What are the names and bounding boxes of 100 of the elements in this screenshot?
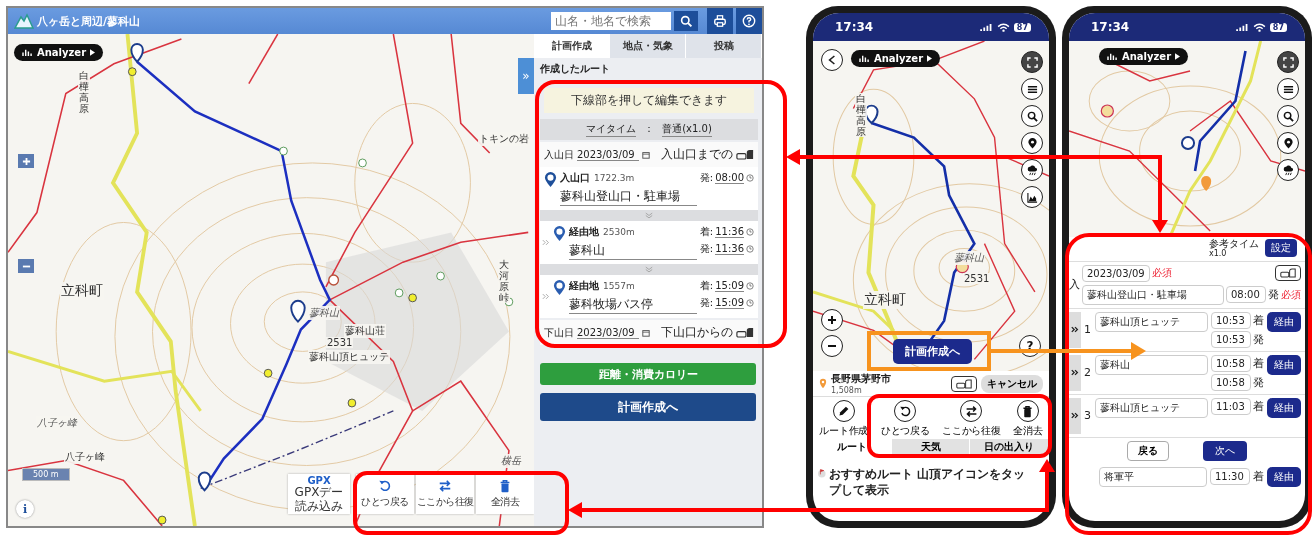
car-bus-icon[interactable] [736, 149, 754, 160]
time-field[interactable]: 15:09 [715, 280, 744, 292]
date-field[interactable]: 2023/03/09 [1082, 264, 1150, 282]
transport-button[interactable] [1275, 265, 1301, 282]
plus-icon [827, 315, 837, 325]
time-field[interactable]: 15:09 [715, 297, 744, 309]
signal-icon [979, 22, 993, 32]
map-tool-button[interactable]: ここから往復 [416, 474, 474, 514]
point-name-field[interactable]: 蓼科牧場バス停 [569, 296, 697, 314]
car-bus-icon[interactable] [736, 327, 754, 338]
gpx-import-button[interactable]: GPX GPXデー 読み込み [288, 474, 350, 514]
place-name-field[interactable]: 蓼科山登山口・駐車場 [1082, 284, 1224, 305]
elevation-text: 1722.3m [594, 173, 635, 183]
map-label: 八子ヶ峰 [64, 450, 106, 464]
settings-button[interactable]: 設定 [1265, 239, 1297, 258]
map-tool-button[interactable]: ひとつ戻る [356, 474, 414, 514]
map-tool-button[interactable]: 全消去 [476, 474, 534, 514]
place-name-field[interactable]: 蓼科山 [1095, 354, 1208, 375]
menu-icon [1026, 83, 1038, 95]
time-suffix: 着 [1253, 355, 1264, 371]
time-field[interactable]: 08:00 [1226, 286, 1266, 304]
time-field[interactable]: 08:00 [715, 172, 744, 184]
panel-tab[interactable]: 計画作成 [534, 34, 610, 58]
analyzer-button[interactable]: Analyzer [1099, 48, 1189, 65]
undo-icon [898, 404, 912, 418]
mountain-logo-icon [14, 13, 34, 29]
time-suffix: 発 [1253, 331, 1264, 347]
waypoint-button[interactable]: 経由 [1267, 354, 1301, 375]
expand-icon [1026, 56, 1038, 68]
map-label: 蓼科山 [308, 306, 340, 320]
chevron-left-icon [828, 55, 836, 65]
waypoint-button[interactable]: 経由 [1267, 311, 1301, 332]
route-tool-button[interactable]: 全消去 [1013, 400, 1043, 438]
time-field[interactable]: 10:53 [1211, 330, 1251, 348]
next-button[interactable]: 次へ [1203, 440, 1247, 461]
date-field[interactable]: 2023/03/09 [577, 148, 639, 161]
signpost-marker [394, 288, 404, 298]
analyzer-button[interactable]: Analyzer [14, 44, 104, 61]
transport-button[interactable] [951, 375, 977, 392]
time-label: 着: [699, 225, 714, 239]
help-button[interactable] [736, 8, 762, 34]
clock-icon [746, 282, 754, 290]
time-field[interactable]: 11:30 [1210, 468, 1250, 486]
clock-icon [746, 228, 754, 236]
bottom-tab[interactable]: 天気 [891, 439, 971, 455]
drag-handle[interactable] [1069, 311, 1081, 348]
place-name-field[interactable]: 将軍平 [1099, 466, 1207, 487]
waypoint-pin-icon [553, 279, 566, 296]
back-button[interactable]: 戻る [1127, 440, 1169, 461]
plan-button[interactable]: 計画作成へ [540, 393, 756, 421]
waypoint-button[interactable]: 経由 [1267, 466, 1301, 487]
point-name-field[interactable]: 蓼科山 [569, 242, 697, 260]
panel-tab[interactable]: 地点・気象 [610, 34, 686, 58]
pencil-icon [837, 404, 851, 418]
point-name-field[interactable]: 蓼科山登山口・駐車場 [560, 188, 697, 206]
place-name-field[interactable]: 蓼科山頂ヒュッテ [1095, 311, 1208, 332]
bottom-tab[interactable]: 日の出入り [970, 439, 1049, 455]
mytime-value[interactable]: 普通(x1.0) [662, 122, 712, 137]
analyzer-button[interactable]: Analyzer [851, 50, 941, 67]
time-field[interactable]: 10:58 [1211, 373, 1251, 391]
place-name-field[interactable]: 蓼科山頂ヒュッテ [1095, 397, 1208, 418]
search-button[interactable] [674, 11, 698, 31]
time-field[interactable]: 11:03 [1211, 397, 1251, 415]
time-label: 発: [699, 296, 714, 310]
time-field[interactable]: 10:53 [1211, 311, 1251, 329]
route-tool-button[interactable]: ひとつ戻る [880, 400, 930, 438]
section-heading: 作成したルート [539, 62, 611, 76]
panel-tab[interactable]: 投稿 [686, 34, 762, 58]
point-type: 入山口 [560, 171, 590, 185]
transport-label: 下山口からの [661, 324, 733, 341]
plan-button[interactable]: 計画作成へ [893, 339, 972, 364]
location-pin-icon [819, 378, 827, 389]
point-type: 経由地 [569, 279, 599, 293]
waypoint-pin-icon [553, 225, 566, 242]
car-bus-icon [1280, 268, 1296, 279]
drag-handle[interactable] [1069, 354, 1081, 391]
time-field[interactable]: 10:58 [1211, 354, 1251, 372]
stop-number: 3 [1084, 409, 1092, 423]
calendar-icon [641, 150, 650, 159]
route-tool-button[interactable]: ここから往復 [942, 400, 1001, 438]
drag-handle[interactable] [1069, 397, 1081, 434]
time-field[interactable]: 11:36 [715, 243, 744, 255]
date-field[interactable]: 2023/03/09 [577, 326, 639, 339]
print-button[interactable] [707, 8, 733, 34]
trash-icon [498, 479, 512, 493]
waypoint-button[interactable]: 経由 [1267, 397, 1301, 418]
search-field[interactable]: 山名・地名で検索 [551, 12, 671, 30]
chevron-down-icon [645, 212, 653, 219]
double-chevron-icon [1071, 412, 1079, 420]
battery-level: 87 [1269, 22, 1287, 32]
time-field[interactable]: 11:36 [715, 226, 744, 238]
cancel-button[interactable]: キャンセル [981, 374, 1043, 393]
time-label: 発: [699, 242, 714, 256]
play-icon [927, 55, 933, 62]
expand-icon [1282, 56, 1294, 68]
map-label: 2531 [963, 273, 991, 284]
car-bus-icon [956, 378, 972, 389]
signal-icon [1235, 22, 1249, 32]
summit-icon [1100, 104, 1114, 118]
scale-bar: 500 m [22, 468, 70, 481]
